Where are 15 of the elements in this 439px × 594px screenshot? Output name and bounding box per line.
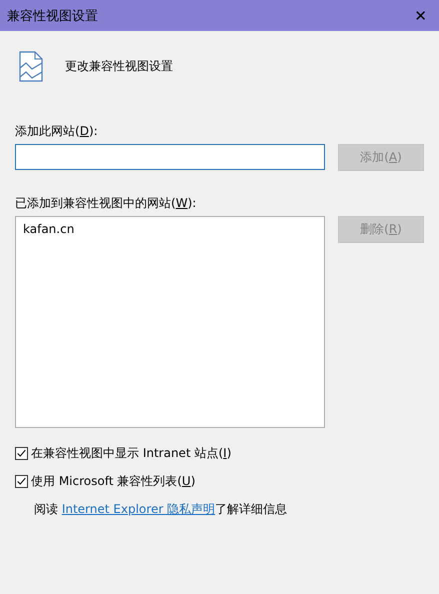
list-label: 已添加到兼容性视图中的网站(W): bbox=[15, 195, 198, 212]
checkbox[interactable] bbox=[15, 447, 28, 460]
website-list[interactable]: kafan.cn bbox=[15, 216, 325, 428]
info-text: 阅读 Internet Explorer 隐私声明了解详细信息 bbox=[34, 501, 288, 518]
document-image-icon bbox=[19, 50, 43, 82]
close-button[interactable]: ✕ bbox=[414, 6, 427, 24]
heading: 更改兼容性视图设置 bbox=[65, 58, 173, 74]
website-input-field[interactable] bbox=[15, 144, 325, 170]
list-item[interactable]: kafan.cn bbox=[23, 222, 317, 236]
checkbox[interactable] bbox=[15, 475, 28, 488]
window-title: 兼容性视图设置 bbox=[7, 8, 98, 24]
privacy-link[interactable]: Internet Explorer 隐私声明 bbox=[62, 502, 216, 516]
checkbox-label: 在兼容性视图中显示 Intranet 站点(I) bbox=[31, 445, 232, 462]
field-label: 添加此网站(D): bbox=[15, 123, 99, 140]
checkbox-label: 使用 Microsoft 兼容性列表(U) bbox=[31, 473, 196, 490]
